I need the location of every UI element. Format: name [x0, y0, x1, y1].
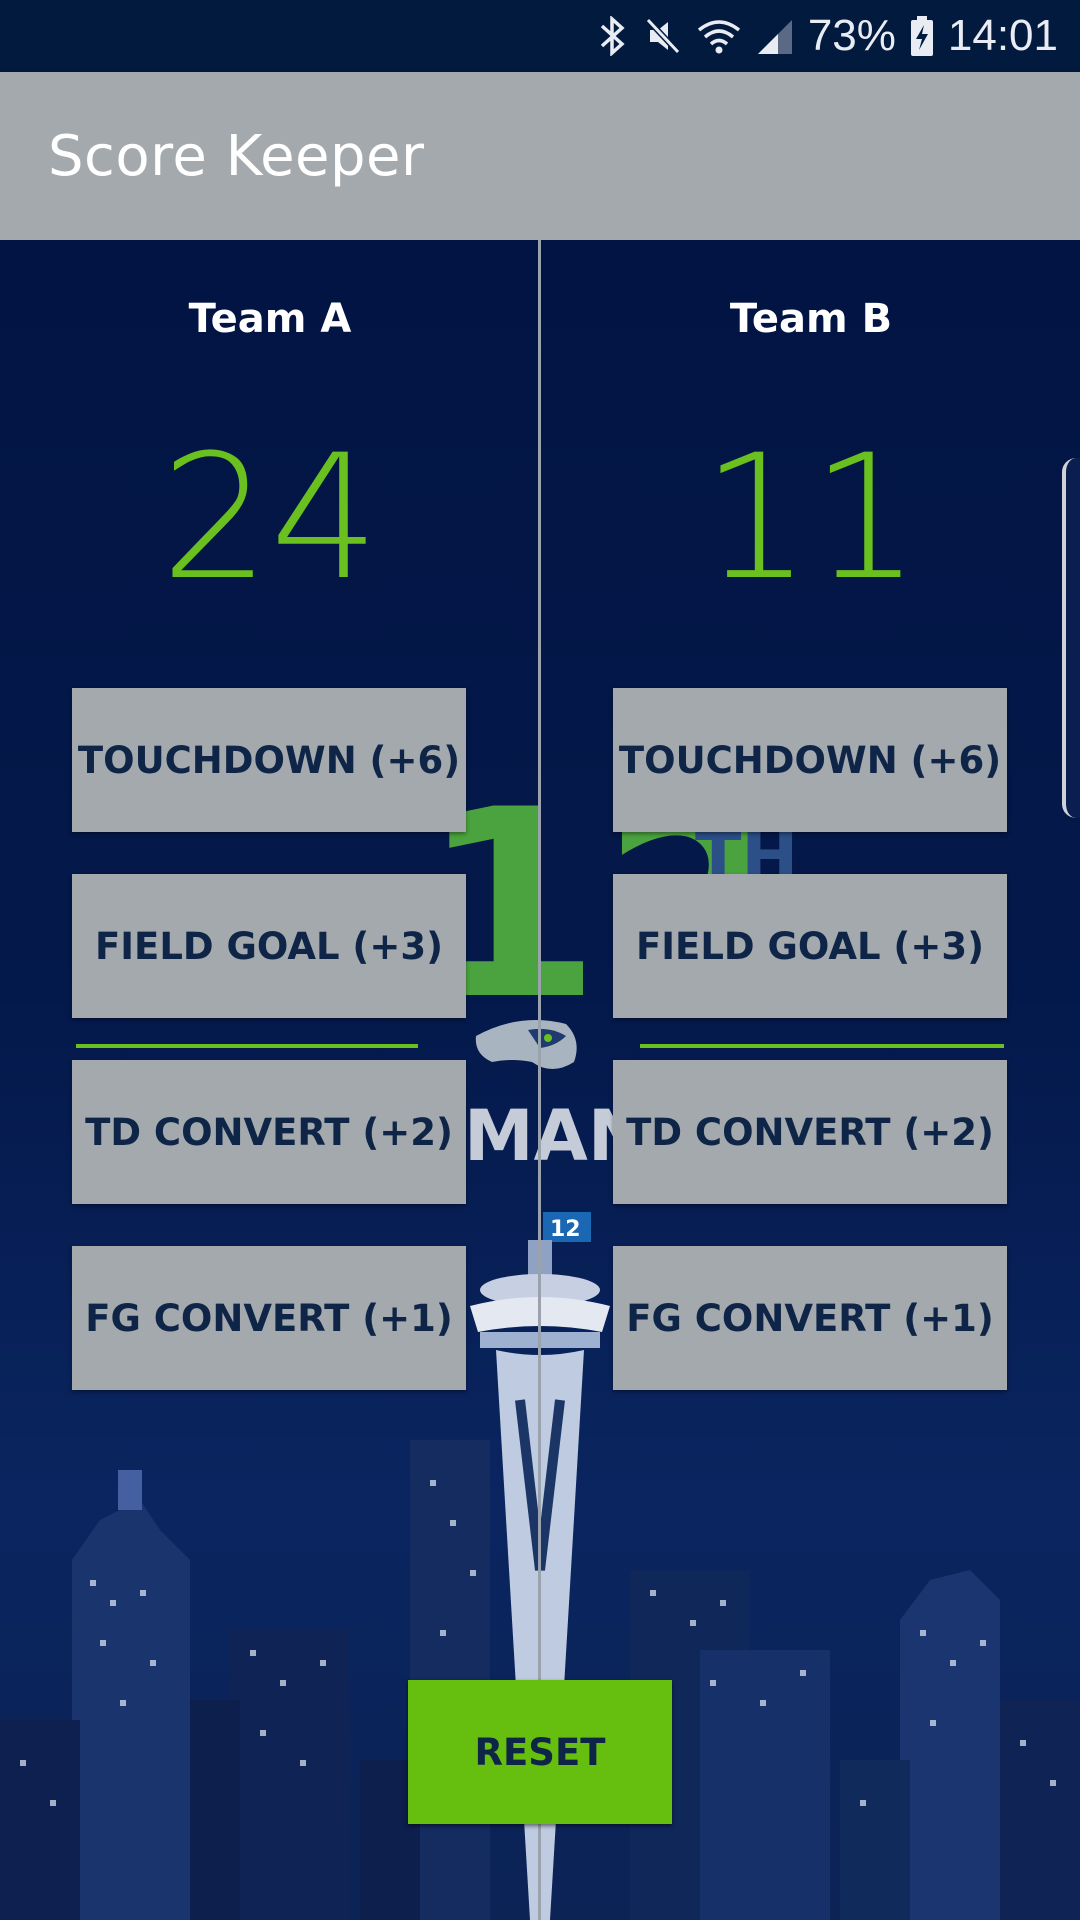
clock: 14:01	[947, 11, 1058, 60]
app-title: Score Keeper	[48, 124, 425, 189]
team-b-score: 11	[701, 417, 921, 618]
team-a-column: Team A 24 TOUCHDOWN (+6) FIELD GOAL (+3)…	[0, 240, 540, 1540]
app-bar: Score Keeper	[0, 72, 1080, 240]
team-a-fg-convert-button[interactable]: FG CONVERT (+1)	[72, 1246, 466, 1390]
status-bar: 73% 14:01	[0, 0, 1080, 72]
wifi-icon	[696, 16, 742, 56]
team-a-touchdown-button[interactable]: TOUCHDOWN (+6)	[72, 688, 466, 832]
team-b-name: Team B	[729, 296, 893, 342]
team-b-td-convert-button[interactable]: TD CONVERT (+2)	[613, 1060, 1007, 1204]
status-icons: 73% 14:01	[596, 0, 1058, 72]
team-b-column: Team B 11 TOUCHDOWN (+6) FIELD GOAL (+3)…	[541, 240, 1080, 1540]
team-a-td-convert-button[interactable]: TD CONVERT (+2)	[72, 1060, 466, 1204]
team-a-score: 24	[160, 417, 380, 618]
signal-icon	[756, 16, 794, 56]
battery-charging-icon	[910, 15, 934, 57]
team-b-field-goal-button[interactable]: FIELD GOAL (+3)	[613, 874, 1007, 1018]
team-b-fg-convert-button[interactable]: FG CONVERT (+1)	[613, 1246, 1007, 1390]
bluetooth-icon	[596, 16, 630, 56]
team-a-field-goal-button[interactable]: FIELD GOAL (+3)	[72, 874, 466, 1018]
reset-button[interactable]: RESET	[408, 1680, 672, 1824]
mute-icon	[644, 16, 682, 56]
main-content: 12 TH MAN 12 Team A 24 TOUCHDOWN (+6) FI…	[0, 240, 1080, 1920]
battery-percent: 73%	[807, 11, 896, 60]
team-a-name: Team A	[188, 296, 352, 342]
team-b-touchdown-button[interactable]: TOUCHDOWN (+6)	[613, 688, 1007, 832]
